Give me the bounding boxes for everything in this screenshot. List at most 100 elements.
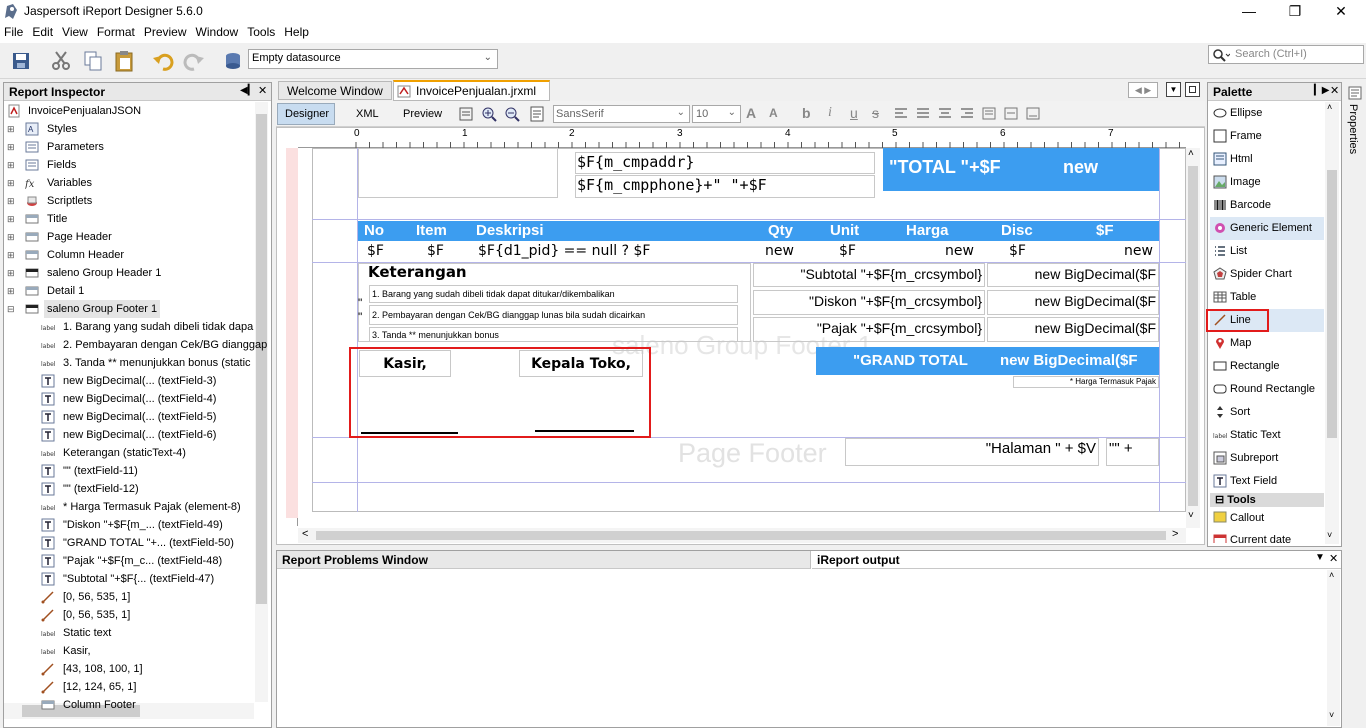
- expand-icon[interactable]: ⊞: [7, 192, 15, 210]
- cut-icon[interactable]: [50, 50, 72, 72]
- palette-scroll-thumb[interactable]: [1327, 170, 1337, 438]
- strikethrough-icon[interactable]: s: [872, 105, 879, 121]
- palette-vscrollbar[interactable]: ˄ ˅: [1325, 102, 1339, 544]
- menu-help[interactable]: Help: [280, 24, 314, 39]
- datasource-select[interactable]: Empty datasource ⌄: [248, 49, 498, 69]
- inspector-close-icon[interactable]: ✕: [258, 84, 267, 97]
- expand-icon[interactable]: ⊟: [7, 300, 15, 318]
- pajak-label[interactable]: "Pajak "+$F{m_crcsymbol}: [753, 317, 985, 342]
- note-2[interactable]: 2. Pembayaran dengan Cek/BG dianggap lun…: [369, 305, 738, 325]
- col-no[interactable]: No: [364, 222, 384, 239]
- tree-element[interactable]: new BigDecimal(... (textField-5): [41, 408, 252, 426]
- palette-close-icon[interactable]: ✕: [1330, 84, 1339, 97]
- tree-node[interactable]: ⊞ Scriptlets: [7, 192, 252, 210]
- tree-element[interactable]: label * Harga Termasuk Pajak (element-8): [41, 498, 252, 516]
- palette-item-image[interactable]: Image: [1210, 171, 1324, 194]
- tree-node[interactable]: ⊟ saleno Group Footer 1: [7, 300, 252, 318]
- palette-tool-callout[interactable]: Callout: [1210, 507, 1324, 529]
- subtotal-value[interactable]: new BigDecimal($F: [987, 263, 1159, 287]
- expand-icon[interactable]: ⊞: [7, 228, 15, 246]
- font-size-select[interactable]: 10 ⌄: [692, 105, 741, 123]
- alignment-icons[interactable]: [893, 107, 1043, 121]
- palette-item-ellipse[interactable]: Ellipse: [1210, 102, 1324, 125]
- maximize-button[interactable]: ❐: [1272, 0, 1318, 24]
- palette-item-static-text[interactable]: label Static Text: [1210, 424, 1324, 447]
- menu-file[interactable]: File: [0, 24, 28, 39]
- tree-node[interactable]: ⊞ Fields: [7, 156, 252, 174]
- tree-element[interactable]: label Static text: [41, 624, 252, 642]
- cmpaddr-field[interactable]: $F{m_cmpaddr}: [575, 152, 875, 174]
- tree-node[interactable]: ⊞ Detail 1: [7, 282, 252, 300]
- paste-icon[interactable]: [113, 50, 135, 72]
- increase-font-icon[interactable]: A: [746, 105, 756, 121]
- grand-total-field[interactable]: "GRAND TOTAL new BigDecimal($F: [816, 347, 1159, 375]
- col-unit[interactable]: Unit: [830, 222, 859, 239]
- quote-field[interactable]: ": [358, 296, 362, 310]
- tree-element[interactable]: new BigDecimal(... (textField-4): [41, 390, 252, 408]
- detail-no[interactable]: $F: [367, 243, 384, 259]
- tree-element[interactable]: label Keterangan (staticText-4): [41, 444, 252, 462]
- expand-icon[interactable]: ⊞: [7, 156, 15, 174]
- font-family-select[interactable]: SansSerif ⌄: [553, 105, 690, 123]
- expand-icon[interactable]: ⊞: [7, 174, 15, 192]
- tree-node[interactable]: ⊞ Page Header: [7, 228, 252, 246]
- scroll-up-icon[interactable]: ˄: [1327, 102, 1332, 112]
- palette-item-frame[interactable]: Frame: [1210, 125, 1324, 148]
- subtotal-label[interactable]: "Subtotal "+$F{m_crcsymbol}: [753, 263, 985, 287]
- halaman-field-2[interactable]: "" +: [1106, 438, 1159, 466]
- detail-unit[interactable]: $F: [839, 243, 856, 259]
- expand-icon[interactable]: ⊞: [7, 246, 15, 264]
- close-button[interactable]: ✕: [1318, 0, 1364, 24]
- halaman-field[interactable]: "Halaman " + $V: [845, 438, 1099, 466]
- tree-element[interactable]: [0, 56, 535, 1]: [41, 588, 252, 606]
- tabs-scroll-arrows[interactable]: ◀ ▶: [1128, 82, 1158, 98]
- tab-welcome-window[interactable]: Welcome Window: [278, 81, 392, 100]
- decrease-font-icon[interactable]: A: [769, 106, 778, 120]
- col-item[interactable]: Item: [416, 222, 447, 239]
- panel-restore-icon[interactable]: ◀▎: [240, 85, 255, 96]
- col-qty[interactable]: Qty: [768, 222, 793, 239]
- save-all-icon[interactable]: [10, 50, 32, 72]
- scroll-up-icon[interactable]: ˄: [1329, 570, 1334, 580]
- tree-element[interactable]: label 2. Pembayaran dengan Cek/BG diangga…: [41, 336, 267, 354]
- tree-element[interactable]: new BigDecimal(... (textField-3): [41, 372, 252, 390]
- datasource-icon[interactable]: [222, 50, 244, 72]
- palette-item-generic-element[interactable]: Generic Element: [1210, 217, 1324, 240]
- empty-cell[interactable]: [358, 148, 558, 198]
- tree-element[interactable]: [0, 56, 535, 1]: [41, 606, 252, 624]
- report-settings-icon[interactable]: [458, 106, 474, 122]
- harga-termasuk-pajak[interactable]: * Harga Termasuk Pajak: [1013, 376, 1159, 388]
- report-problems-tab[interactable]: Report Problems Window: [277, 551, 811, 569]
- canvas-hscroll-thumb[interactable]: [316, 531, 1166, 540]
- palette-item-barcode[interactable]: Barcode: [1210, 194, 1324, 217]
- search-input[interactable]: Search (Ctrl+I): [1235, 48, 1307, 60]
- menu-preview[interactable]: Preview: [140, 24, 192, 39]
- tree-element[interactable]: [12, 124, 65, 1]: [41, 678, 252, 696]
- diskon-label[interactable]: "Diskon "+$F{m_crcsymbol}: [753, 290, 985, 315]
- menu-format[interactable]: Format: [93, 24, 140, 39]
- tree-element[interactable]: label 3. Tanda ** menunjukkan bonus (stat…: [41, 354, 252, 372]
- properties-side-tab[interactable]: Properties: [1343, 82, 1366, 162]
- detail-desc[interactable]: $F{d1_pid} == null ? $F: [478, 243, 650, 259]
- menu-tools[interactable]: Tools: [243, 24, 280, 39]
- ireport-output-tab[interactable]: iReport output: [812, 551, 1341, 569]
- note-1[interactable]: 1. Barang yang sudah dibeli tidak dapat …: [369, 285, 738, 303]
- total-header-field[interactable]: "TOTAL "+$F new: [883, 148, 1159, 191]
- detail-harga[interactable]: new: [945, 243, 974, 259]
- tree-element[interactable]: Column Footer: [41, 696, 252, 714]
- palette-item-list[interactable]: List: [1210, 240, 1324, 263]
- menu-window[interactable]: Window: [192, 24, 244, 39]
- expand-icon[interactable]: ⊞: [7, 210, 15, 228]
- tree-element[interactable]: label Kasir,: [41, 642, 252, 660]
- tree-node[interactable]: ⊞ fx Variables: [7, 174, 252, 192]
- canvas-vscrollbar[interactable]: ˄ ˅: [1186, 148, 1200, 528]
- scroll-down-icon[interactable]: ˅: [1188, 510, 1194, 521]
- preview-tab[interactable]: Preview: [403, 108, 442, 120]
- quote-field[interactable]: ": [358, 310, 362, 324]
- inspector-scroll-thumb[interactable]: [256, 114, 267, 604]
- scroll-up-icon[interactable]: ˄: [1188, 148, 1194, 159]
- menu-edit[interactable]: Edit: [28, 24, 58, 39]
- palette-item-round-rectangle[interactable]: Round Rectangle: [1210, 378, 1324, 401]
- redo-icon[interactable]: [183, 50, 205, 72]
- copy-icon[interactable]: [82, 50, 104, 72]
